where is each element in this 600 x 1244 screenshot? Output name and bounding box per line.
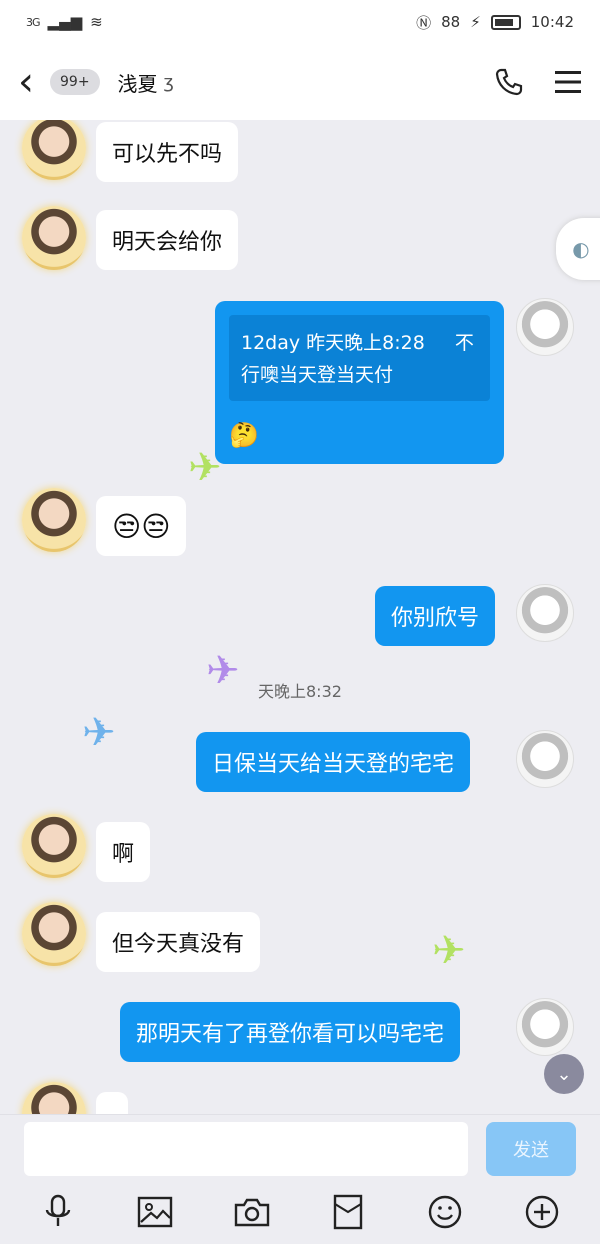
scroll-down-button[interactable]: ⌄ — [544, 1054, 584, 1094]
contact-avatar[interactable] — [22, 206, 86, 270]
message-bubble[interactable]: 你别欣号 — [375, 586, 496, 646]
unread-badge[interactable]: 99+ — [50, 69, 100, 95]
signal-icon: ▂▄▆ — [47, 13, 83, 31]
message-bubble[interactable]: 可以先不吗 — [96, 122, 239, 182]
unamused-face-icon: 😒 — [141, 509, 171, 543]
ear-icon[interactable]: ʒ — [164, 72, 174, 93]
nfc-icon: Ⓝ — [416, 13, 432, 32]
contact-avatar[interactable] — [22, 120, 86, 180]
contact-avatar[interactable] — [22, 902, 86, 966]
battery-icon — [490, 14, 521, 30]
message-bubble[interactable]: 但今天真没有 — [96, 912, 261, 972]
message-bubble[interactable] — [96, 1092, 128, 1114]
message-bubble[interactable]: 日保当天给当天登的宅宅 — [196, 732, 471, 792]
image-icon[interactable] — [133, 1190, 177, 1234]
contact-avatar[interactable] — [22, 488, 86, 552]
contact-avatar[interactable] — [22, 1082, 86, 1114]
quote-message-bubble[interactable]: 12day 昨天晚上8:28 不行噢当天登当天付 🤔 — [215, 301, 504, 464]
paper-crane-icon: ✈ — [82, 710, 116, 756]
my-avatar[interactable] — [516, 730, 574, 788]
message-list[interactable]: 可以先不吗 明天会给你 ◐ 12day 昨天晚上8:28 不行噢当天登当天付 🤔 … — [0, 120, 600, 1114]
message-bubble[interactable]: 那明天有了再登你看可以吗宅宅 — [120, 1002, 461, 1062]
message-bubble[interactable]: 啊 — [96, 822, 151, 882]
chat-header: ‹ 99+ 浅夏 ʒ — [0, 44, 600, 120]
back-arrow-icon[interactable]: ‹ — [18, 62, 44, 102]
confused-face-icon: 🤔 — [229, 421, 259, 449]
wifi-icon: ≋ — [90, 13, 103, 31]
side-widget-icon[interactable]: ◐ — [556, 218, 600, 280]
send-button[interactable]: 发送 — [486, 1122, 576, 1176]
emoji-icon[interactable] — [423, 1190, 467, 1234]
contact-name[interactable]: 浅夏 — [118, 68, 158, 97]
quoted-message[interactable]: 12day 昨天晚上8:28 不行噢当天登当天付 — [229, 315, 490, 401]
battery-percent: 88 — [441, 13, 461, 31]
time-divider: 天晚上8:32 — [258, 682, 342, 701]
contact-avatar[interactable] — [22, 814, 86, 878]
plus-icon[interactable] — [520, 1190, 564, 1234]
camera-icon[interactable] — [230, 1190, 274, 1234]
paper-crane-icon: ✈ — [206, 648, 240, 694]
quote-header: 12day 昨天晚上8:28 — [241, 332, 425, 354]
my-avatar[interactable] — [516, 584, 574, 642]
menu-icon[interactable] — [554, 69, 582, 95]
message-bubble[interactable]: 明天会给你 — [96, 210, 239, 270]
paper-crane-icon: ✈ — [188, 445, 222, 491]
my-avatar[interactable] — [516, 998, 574, 1056]
phone-call-icon[interactable] — [494, 67, 524, 97]
microphone-icon[interactable] — [36, 1190, 80, 1234]
network-label: 3G — [26, 15, 40, 29]
my-avatar[interactable] — [516, 298, 574, 356]
input-bar: 发送 — [0, 1114, 600, 1180]
paper-crane-icon: ✈ — [432, 928, 466, 974]
red-envelope-icon[interactable] — [326, 1190, 370, 1234]
emoji-message-bubble[interactable]: 😒 😒 — [96, 496, 187, 556]
status-bar: 3G ▂▄▆ ≋ Ⓝ 88 ⚡ 10:42 — [0, 0, 600, 44]
unamused-face-icon: 😒 — [112, 509, 142, 543]
clock: 10:42 — [530, 13, 574, 31]
message-input[interactable] — [24, 1122, 468, 1176]
charging-icon: ⚡ — [470, 13, 481, 31]
bottom-toolbar — [0, 1180, 600, 1244]
